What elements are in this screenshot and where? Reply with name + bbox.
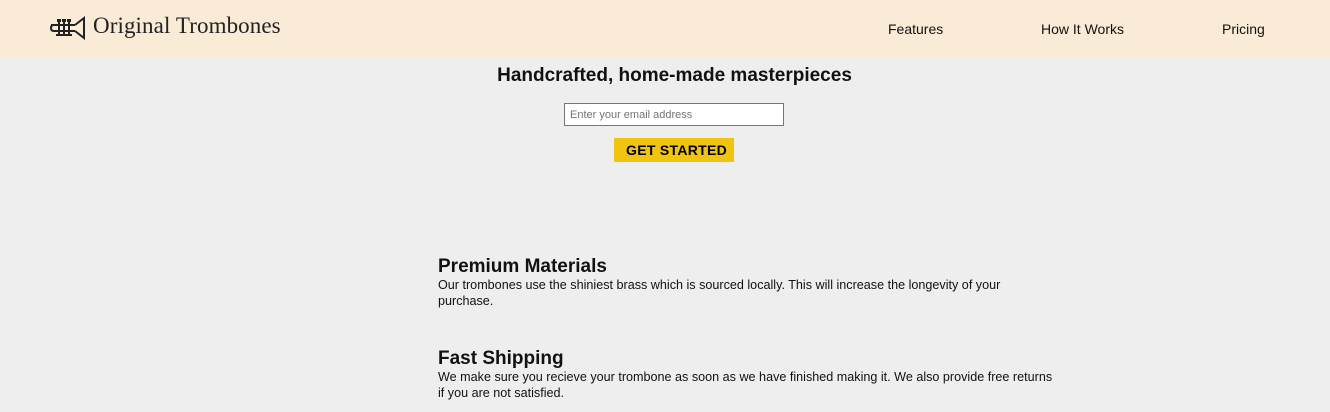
- brand-logo[interactable]: Original Trombones: [50, 13, 281, 40]
- get-started-button[interactable]: GET STARTED: [614, 138, 734, 162]
- feature-title: Premium Materials: [438, 256, 607, 277]
- nav-link-features[interactable]: Features: [888, 21, 943, 37]
- nav-link-how-it-works[interactable]: How It Works: [1041, 21, 1124, 37]
- feature-text: Our trombones use the shiniest brass whi…: [438, 278, 1001, 308]
- feature-title: Fast Shipping: [438, 348, 564, 369]
- feature-premium-materials: Premium Materials Our trombones use the …: [438, 256, 1058, 309]
- site-header: Original Trombones Features How It Works…: [0, 0, 1330, 58]
- feature-text: We make sure you recieve your trombone a…: [438, 370, 1053, 400]
- brand-name: Original Trombones: [93, 13, 281, 38]
- trumpet-icon: [50, 14, 86, 40]
- email-input[interactable]: [564, 103, 784, 126]
- hero-title: Handcrafted, home-made masterpieces: [497, 65, 852, 86]
- nav-link-pricing[interactable]: Pricing: [1222, 21, 1265, 37]
- feature-fast-shipping: Fast Shipping We make sure you recieve y…: [438, 348, 1058, 401]
